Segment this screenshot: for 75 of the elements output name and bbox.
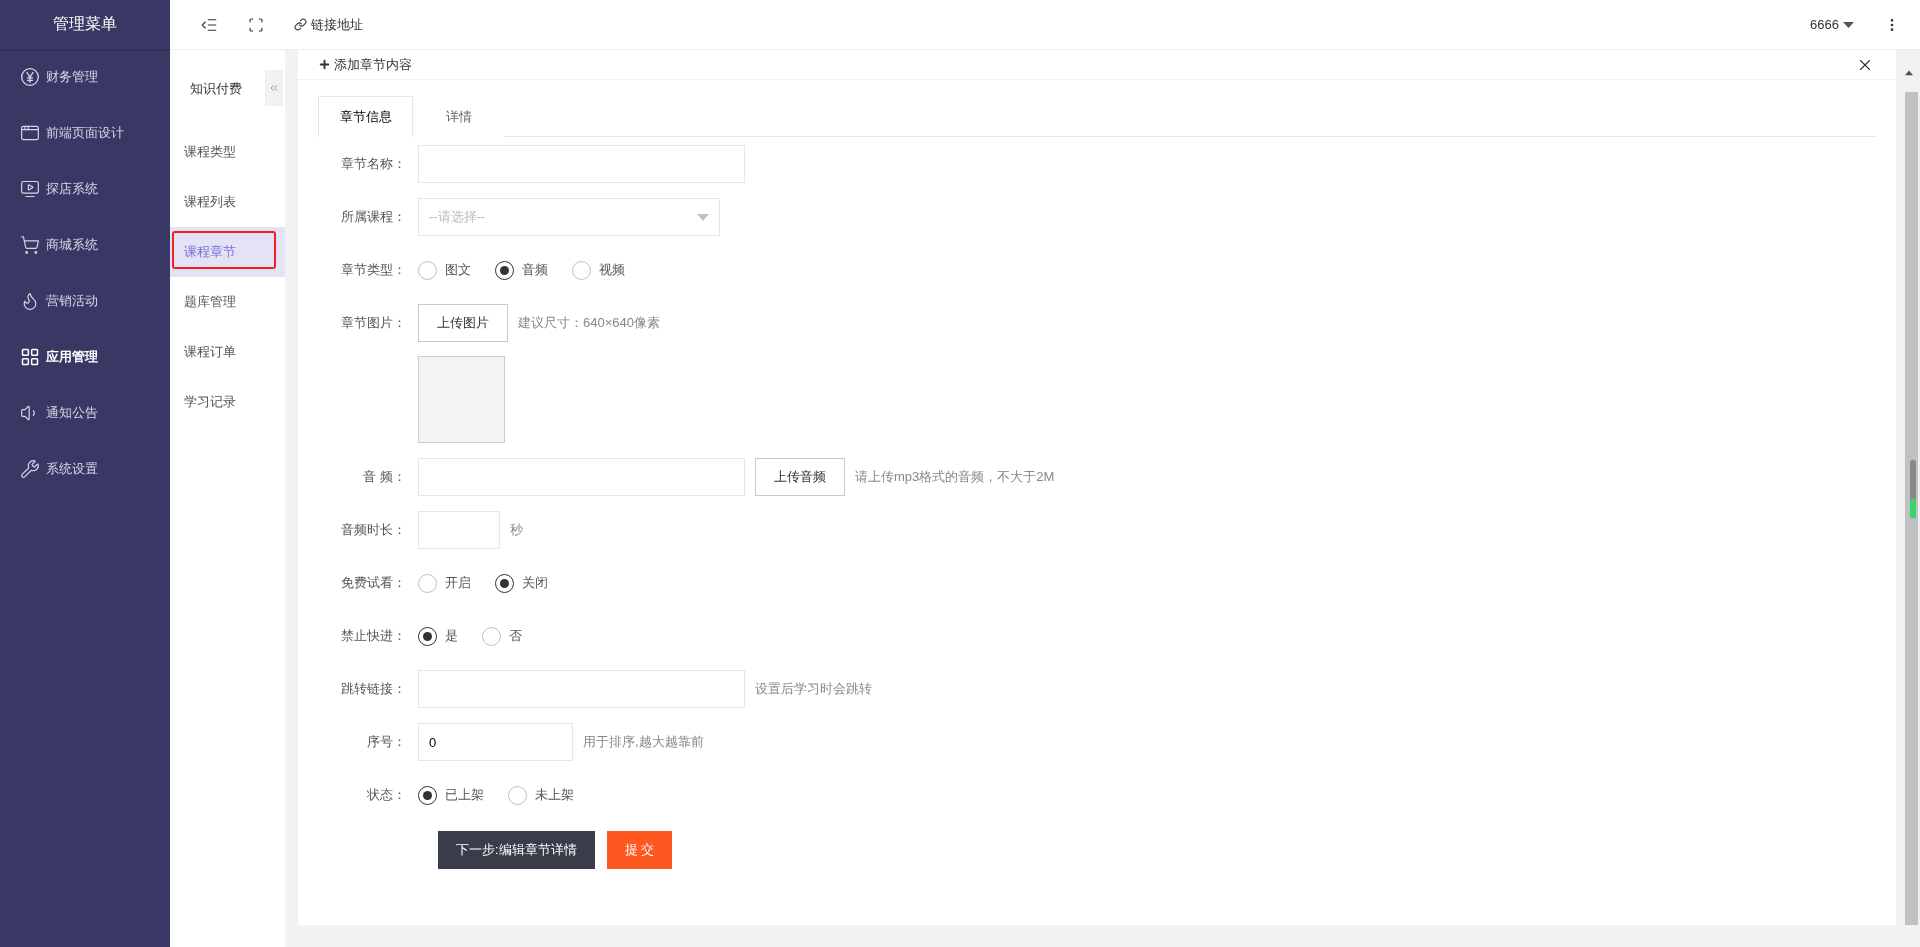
field-label: 禁止快进： [340,627,407,645]
radio-label: 开启 [445,574,471,592]
subnav-title: 知识付费 [190,79,242,98]
sidebar-item[interactable]: 前端页面设计 [0,105,170,161]
radio-label: 是 [445,627,458,645]
window-icon [20,123,40,143]
plus-icon [318,58,331,71]
radio-option[interactable]: 未上架 [508,785,574,805]
radio-option[interactable]: 是 [418,626,458,646]
link-address-link[interactable]: 链接地址 [294,15,363,34]
subnav-item[interactable]: 题库管理 [170,277,285,327]
field-label: 音 频： [362,468,407,486]
upload-button[interactable]: 上传图片 [418,304,508,342]
field-label: 章节名称： [340,155,407,173]
cart-icon [20,235,40,255]
caret-icon [1843,21,1854,28]
sidebar-title: 管理菜单 [0,0,170,49]
wrench-icon [20,459,40,479]
field-hint: 请上传mp3格式的音频，不大于2M [855,468,1055,486]
subnav-item[interactable]: 学习记录 [170,377,285,427]
grid-icon [20,347,40,367]
fullscreen-icon[interactable] [248,16,264,33]
user-menu[interactable]: 6666 [1810,17,1854,32]
sidebar-item[interactable]: 应用管理 [0,329,170,385]
field-label: 跳转链接： [340,680,407,698]
next-step-button[interactable]: 下一步:编辑章节详情 [438,831,595,869]
upload-button[interactable]: 上传音频 [755,458,845,496]
text-field[interactable] [418,511,500,549]
radio-option[interactable]: 图文 [418,260,471,280]
field-label: 音频时长： [340,521,407,539]
text-field[interactable]: 0 [418,723,573,761]
field-label: 所属课程： [340,208,407,226]
video-icon [20,179,40,199]
select-placeholder: --请选择-- [429,208,486,226]
panel-title: 添加章节内容 [318,55,412,74]
sidebar-item[interactable]: 商城系统 [0,217,170,273]
tab[interactable]: 章节信息 [318,96,413,137]
subnav-item[interactable]: 课程订单 [170,327,285,377]
collapse-icon [268,82,280,94]
sidebar-item[interactable]: 通知公告 [0,385,170,441]
yen-circle-icon [20,67,40,87]
sidebar-item[interactable]: 财务管理 [0,49,170,105]
radio-label: 未上架 [535,786,574,804]
text-field[interactable] [418,670,745,708]
field-hint: 设置后学习时会跳转 [755,680,872,698]
sidebar-item[interactable]: 营销活动 [0,273,170,329]
radio-option[interactable]: 音频 [495,260,548,280]
field-label: 免费试看： [340,574,407,592]
radio-option[interactable]: 开启 [418,573,471,593]
link-icon [294,18,307,31]
radio-label: 图文 [445,261,471,279]
sidebar-item[interactable]: 系统设置 [0,441,170,497]
radio-label: 音频 [522,261,548,279]
caret-icon [697,213,709,221]
radio-option[interactable]: 关闭 [495,573,548,593]
sidebar-item[interactable]: 探店系统 [0,161,170,217]
radio-label: 已上架 [445,786,484,804]
text-field[interactable] [418,458,745,496]
field-label: 章节图片： [340,314,407,332]
field-hint: 用于排序,越大越靠前 [583,733,704,751]
collapse-button[interactable] [265,70,283,106]
field-label: 状态： [366,786,407,804]
radio-label: 否 [509,627,522,645]
subnav-item[interactable]: 课程类型 [170,127,285,177]
radio-option[interactable]: 否 [482,626,522,646]
radio-option[interactable]: 已上架 [418,785,484,805]
field-hint: 秒 [510,521,523,539]
field-label: 序号： [366,733,407,751]
field-hint: 建议尺寸：640×640像素 [518,314,660,332]
radio-option[interactable]: 视频 [572,260,625,280]
radio-label: 关闭 [522,574,548,592]
radio-label: 视频 [599,261,625,279]
subnav-item[interactable]: 课程列表 [170,177,285,227]
field-label: 章节类型： [340,261,407,279]
text-field[interactable] [418,145,745,183]
